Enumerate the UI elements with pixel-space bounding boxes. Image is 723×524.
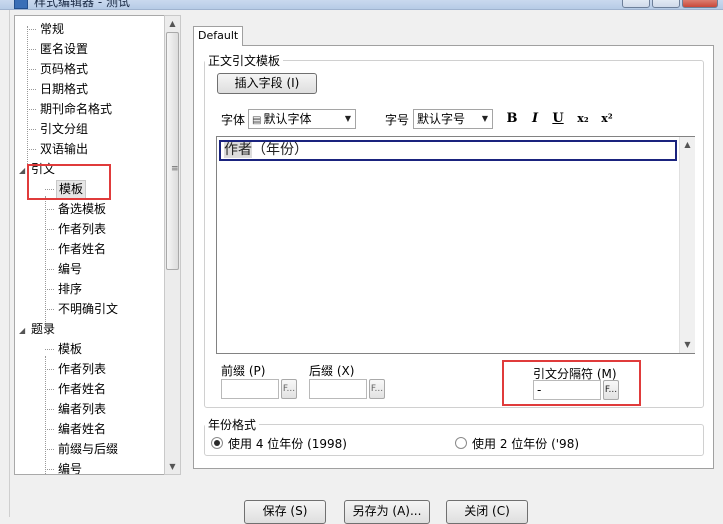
size-label: 字号: [385, 113, 410, 127]
prefix-input[interactable]: [221, 379, 279, 399]
window-left-edge: [0, 10, 10, 517]
tree-item-citation-sort[interactable]: 排序: [45, 279, 84, 299]
year-2digit-label[interactable]: 使用 2 位年份 ('98): [472, 435, 579, 452]
font-select-value: 默认字体: [263, 112, 312, 126]
suffix-label: 后缀 (X): [309, 364, 355, 378]
tree-item-bib-author-list[interactable]: 作者列表: [45, 359, 108, 379]
editor-author-field[interactable]: 作者: [224, 142, 252, 158]
tree-item-bib-template[interactable]: 模板: [45, 339, 84, 359]
subscript-button[interactable]: x₂: [574, 110, 592, 128]
tree-item-bib-editor-list[interactable]: 编者列表: [45, 399, 108, 419]
maximize-button[interactable]: [652, 0, 680, 8]
scroll-down-icon[interactable]: ▼: [680, 337, 695, 352]
collapse-icon[interactable]: ◢: [19, 321, 29, 341]
scroll-up-icon[interactable]: ▲: [165, 16, 180, 31]
minimize-button[interactable]: [622, 0, 650, 8]
window-title: 样式编辑器 - 测试: [34, 0, 130, 9]
tree-scroll-thumb[interactable]: ≡: [166, 32, 179, 270]
prefix-label: 前缀 (P): [221, 364, 266, 378]
tree-item-journal-names[interactable]: 期刊命名格式: [27, 99, 114, 119]
size-select[interactable]: 默认字号 ▼: [413, 109, 493, 129]
scroll-down-icon[interactable]: ▼: [165, 459, 180, 474]
highlight-box-tree: [27, 164, 111, 200]
year-4digit-label[interactable]: 使用 4 位年份 (1998): [228, 435, 347, 452]
insert-field-button[interactable]: 插入字段 (I): [217, 73, 317, 94]
tree-item-anonymous[interactable]: 匿名设置: [27, 39, 90, 59]
template-editor[interactable]: [216, 136, 695, 354]
year-format-legend: 年份格式: [208, 418, 257, 432]
tree-scrollbar[interactable]: ▲ ≡ ▼: [164, 15, 181, 475]
highlight-box-separator: [502, 360, 641, 406]
settings-tree[interactable]: 常规 匿名设置 页码格式 日期格式 期刊命名格式 引文分组 双语输出 ◢ 引文 模…: [14, 15, 181, 475]
editor-scrollbar[interactable]: ▲ ▼: [679, 137, 695, 353]
tree-item-general[interactable]: 常规: [27, 19, 66, 39]
underline-button[interactable]: U: [549, 110, 567, 128]
save-button[interactable]: 保存 (S): [244, 500, 326, 524]
tree-item-citation-numbering[interactable]: 编号: [45, 259, 84, 279]
tree-item-date-format[interactable]: 日期格式: [27, 79, 90, 99]
app-icon: [14, 0, 28, 9]
bold-button[interactable]: B: [503, 110, 521, 128]
tree-item-citation-author-list[interactable]: 作者列表: [45, 219, 108, 239]
tree-item-bilingual[interactable]: 双语输出: [27, 139, 90, 159]
save-as-button[interactable]: 另存为 (A)...: [344, 500, 430, 524]
italic-button[interactable]: I: [526, 110, 544, 128]
font-icon: ▤: [252, 115, 262, 126]
scroll-up-icon[interactable]: ▲: [680, 137, 695, 152]
year-4digit-radio[interactable]: [211, 437, 223, 449]
tree-item-bib-numbering[interactable]: 编号: [45, 459, 84, 474]
tree-item-bib-author-name[interactable]: 作者姓名: [45, 379, 108, 399]
grip-icon: ≡: [171, 164, 179, 174]
editor-year-field[interactable]: （年份）: [252, 142, 308, 158]
suffix-input[interactable]: [309, 379, 367, 399]
close-button[interactable]: 关闭 (C): [446, 500, 528, 524]
chevron-down-icon: ▼: [344, 114, 351, 123]
tab-default[interactable]: Default: [193, 26, 243, 46]
tree-item-ambiguous-citations[interactable]: 不明确引文: [45, 299, 120, 319]
close-window-button[interactable]: [682, 0, 718, 8]
tree-item-bib-editor-name[interactable]: 编者姓名: [45, 419, 108, 439]
tree-item-page-format[interactable]: 页码格式: [27, 59, 90, 79]
tree-item-citation-alt-template[interactable]: 备选模板: [45, 199, 108, 219]
chevron-down-icon: ▼: [481, 114, 488, 123]
tree-item-bib-prefix-suffix[interactable]: 前缀与后缀: [45, 439, 120, 459]
suffix-field-button[interactable]: F...: [369, 379, 385, 399]
size-select-value: 默认字号: [417, 112, 466, 126]
superscript-button[interactable]: x²: [598, 110, 616, 128]
tree-item-citation-author-name[interactable]: 作者姓名: [45, 239, 108, 259]
year-2digit-radio[interactable]: [455, 437, 467, 449]
editor-active-line[interactable]: 作者（年份）: [219, 140, 677, 161]
font-select[interactable]: ▤ 默认字体 ▼: [248, 109, 356, 129]
title-bar: 样式编辑器 - 测试: [0, 0, 723, 10]
prefix-field-button[interactable]: F...: [281, 379, 297, 399]
tree-item-bibliography[interactable]: ◢ 题录: [19, 319, 57, 339]
template-group-legend: 正文引文模板: [208, 54, 281, 68]
font-label: 字体: [221, 113, 246, 127]
tree-item-citation-groups[interactable]: 引文分组: [27, 119, 90, 139]
